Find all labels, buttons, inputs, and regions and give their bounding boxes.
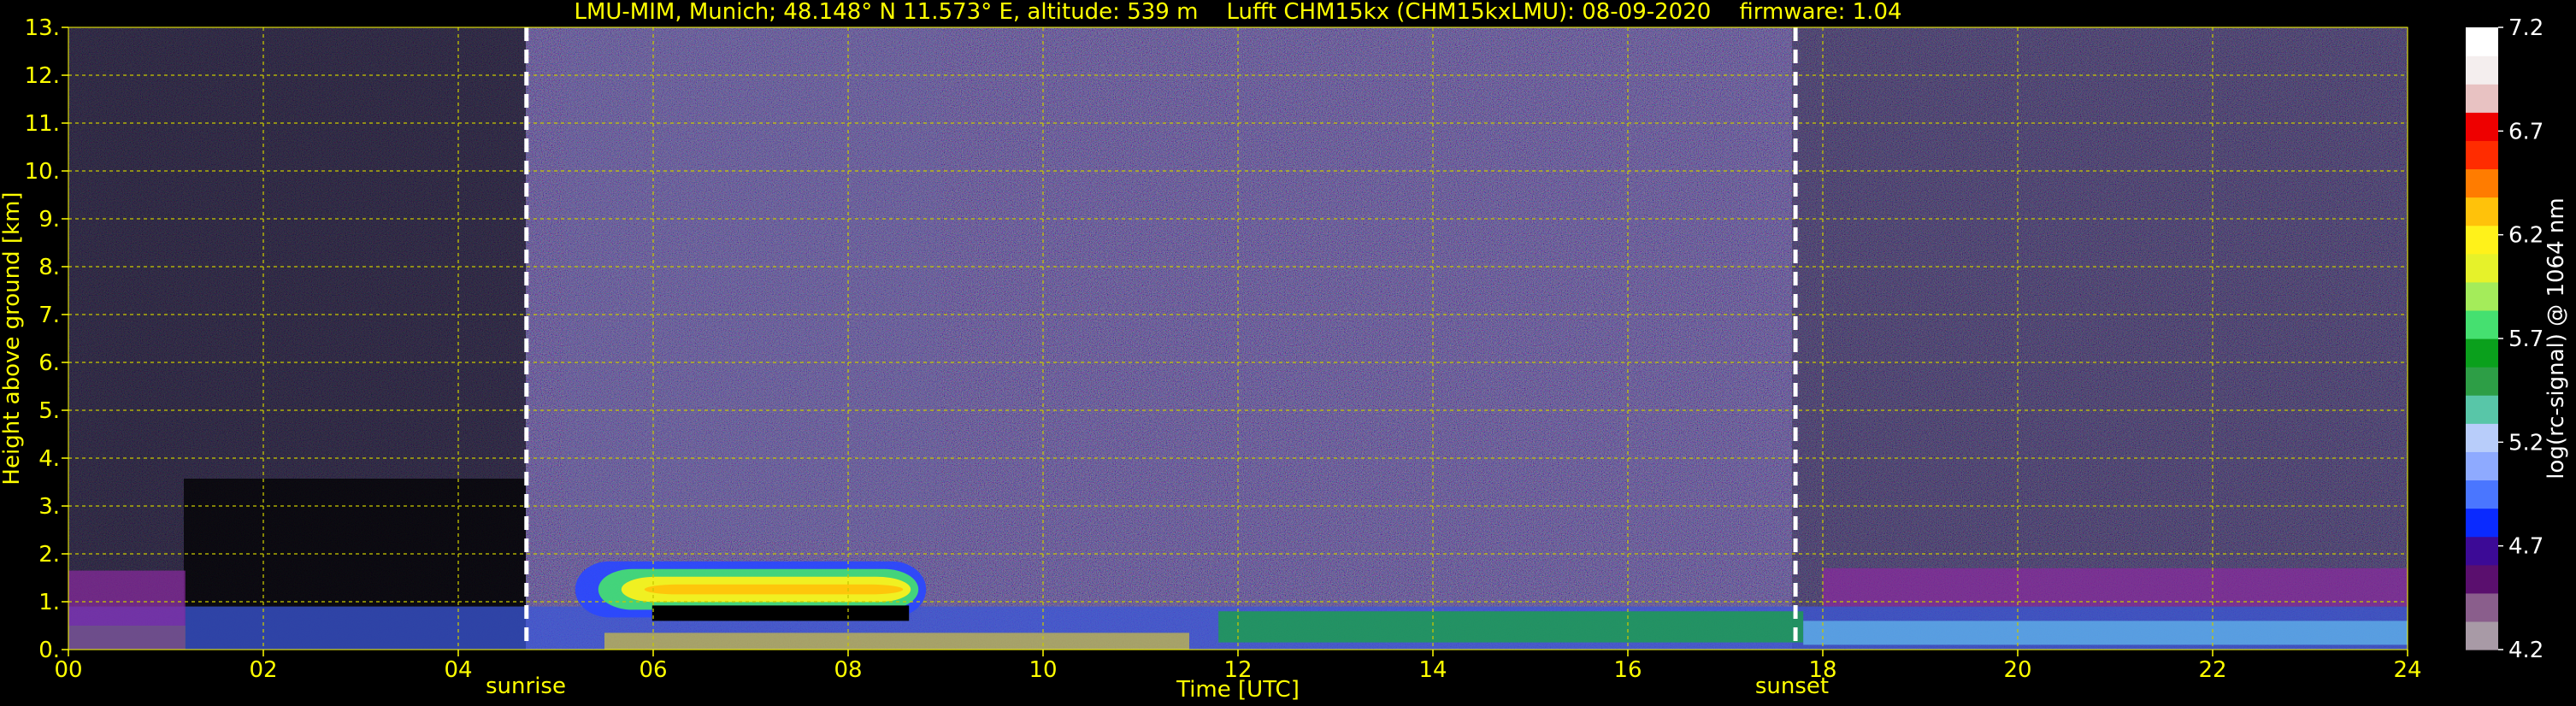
y-tick-label: 3.: [38, 494, 60, 520]
aerosol-band: [1803, 621, 2408, 645]
feature-residual-layer: [68, 570, 186, 650]
colorbar-segment: [2466, 309, 2498, 339]
cloud-base-dark: [651, 605, 910, 621]
feature-nocturnal-aerosol-layer: [1823, 568, 2408, 607]
x-tick-label: 24: [2393, 657, 2421, 683]
bright-noise-region: [564, 27, 940, 540]
colorbar-segment: [2466, 338, 2498, 368]
y-tick-label: 10.: [25, 159, 60, 185]
colorbar-segment: [2466, 112, 2498, 141]
colorbar-tick-label: 7.2: [2508, 15, 2544, 41]
x-tick-label: 04: [444, 657, 472, 683]
colorbar-tick-label: 4.7: [2508, 534, 2544, 560]
x-tick-label: 22: [2198, 657, 2226, 683]
sunset-label: sunset: [1755, 674, 1829, 699]
y-tick-label: 1.: [38, 590, 60, 615]
sunrise-label: sunrise: [486, 674, 566, 699]
colorbar-segment: [2466, 27, 2498, 56]
colorbar-segment: [2466, 168, 2498, 198]
colorbar-segment: [2466, 56, 2498, 85]
x-tick-label: 06: [639, 657, 667, 683]
y-tick-label: 2.: [38, 542, 60, 568]
colorbar-segment: [2466, 281, 2498, 311]
cloud-band: [644, 584, 904, 595]
y-tick-label: 6.: [38, 350, 60, 376]
x-tick-label: 02: [249, 657, 277, 683]
y-tick-label: 7.: [38, 303, 60, 328]
colorbar-segment: [2466, 140, 2498, 170]
colorbar-segment: [2466, 423, 2498, 452]
x-axis-label: Time [UTC]: [1176, 677, 1300, 703]
colorbar-segment: [2466, 621, 2498, 650]
colorbar-segment: [2466, 508, 2498, 538]
y-tick-label: 12.: [25, 63, 60, 89]
y-tick-label: 8.: [38, 255, 60, 280]
colorbar-segment: [2466, 395, 2498, 424]
y-tick-label: 4.: [38, 446, 60, 472]
colorbar-segment: [2466, 592, 2498, 622]
colorbar-segment: [2466, 536, 2498, 566]
x-tick-label: 14: [1418, 657, 1447, 683]
colorbar-tick-label: 5.2: [2508, 430, 2544, 456]
x-tick-label: 16: [1613, 657, 1642, 683]
colorbar-segment: [2466, 367, 2498, 396]
ceilometer-chart: 00 02 04 06 08 10 12 14 16 18 20 22 24 0.1.2.3.4.5.6…: [0, 0, 2576, 706]
aerosol-band: [1218, 611, 1804, 643]
colorbar-segment: [2466, 451, 2498, 481]
colorbar-tick-label: 5.7: [2508, 327, 2544, 352]
colorbar-segment: [2466, 197, 2498, 227]
feature-cloud-layer: [575, 561, 927, 621]
y-tick-label: 13.: [25, 15, 60, 41]
chart-title: LMU-MIM, Munich; 48.148° N 11.573° E, al…: [574, 0, 1901, 25]
colorbar-segment: [2466, 479, 2498, 509]
x-tick-label: 20: [2003, 657, 2031, 683]
y-tick-label: 0.: [38, 638, 60, 663]
colorbar-segment: [2466, 225, 2498, 255]
y-tick-label: 9.: [38, 207, 60, 232]
y-tick-label: 11.: [25, 111, 60, 137]
colorbar-tick-label: 6.2: [2508, 223, 2544, 249]
y-tick-label: 5.: [38, 398, 60, 424]
colorbar-segment: [2466, 84, 2498, 113]
colorbar-segment: [2466, 564, 2498, 594]
aerosol-band: [604, 632, 1189, 650]
x-tick-label: 10: [1029, 657, 1057, 683]
colorbar-tick-label: 4.2: [2508, 638, 2544, 663]
low-noise-evening-region: [1792, 27, 2408, 650]
colorbar-segment: [2466, 253, 2498, 283]
y-axis-label: Height above ground [km]: [0, 191, 25, 485]
colorbar-label: log(rc-signal) @ 1064 nm: [2544, 197, 2569, 479]
x-tick-label: 08: [834, 657, 862, 683]
colorbar-tick-label: 6.7: [2508, 119, 2544, 144]
